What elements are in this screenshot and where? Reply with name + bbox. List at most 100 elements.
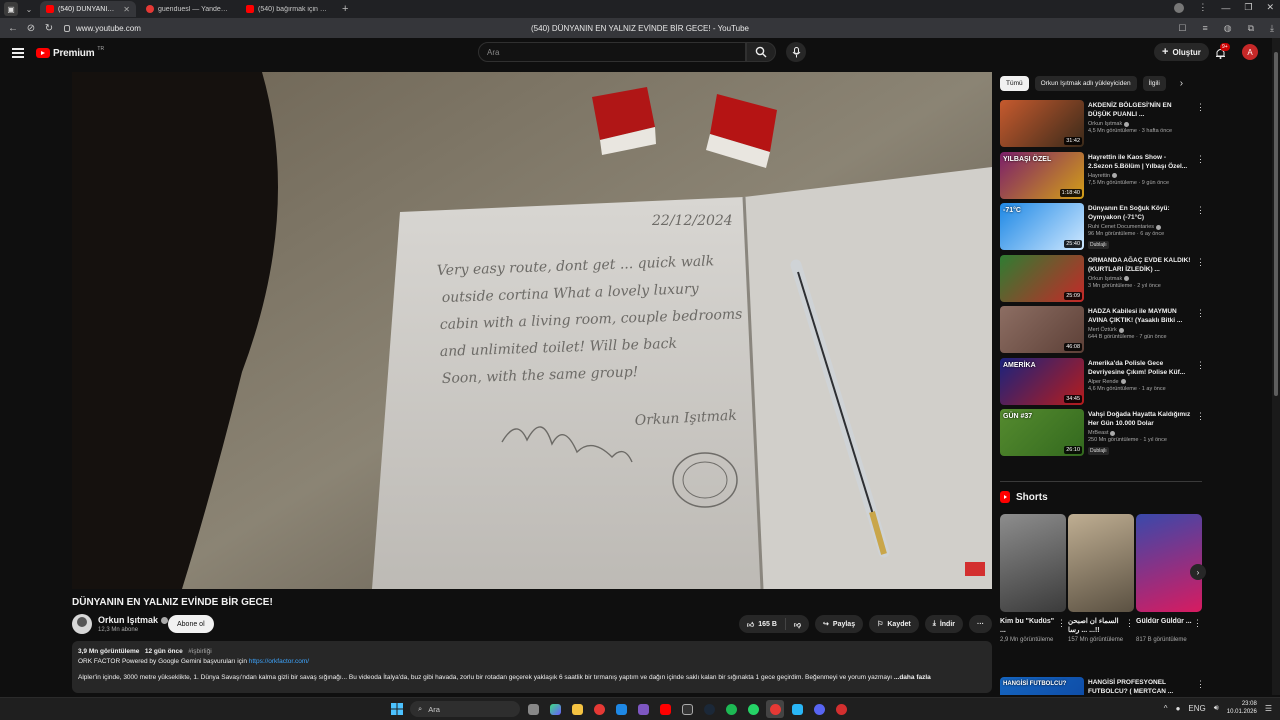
chrome-icon[interactable] <box>590 700 608 718</box>
save-button[interactable]: ⚐ Kaydet <box>869 615 919 633</box>
channel-name[interactable]: Ruhi Cenet Documentaries <box>1088 224 1154 230</box>
hashtag[interactable]: #işbirliği <box>188 648 211 655</box>
close-tab-icon[interactable]: ✕ <box>123 5 130 14</box>
video-title[interactable]: HADZA Kabilesi ile MAYMUN AVINA ÇIKTIK! … <box>1088 307 1192 325</box>
maximize-button[interactable]: ❐ <box>1244 2 1252 13</box>
search-button[interactable] <box>746 42 776 62</box>
reload-button[interactable]: ↻ <box>40 23 58 34</box>
new-tab-button[interactable]: + <box>342 3 348 15</box>
notifications-button[interactable]: 9+ <box>1212 43 1230 61</box>
more-options-icon[interactable]: ⋮ <box>1196 308 1205 319</box>
video-thumbnail[interactable]: 25:09 <box>1000 254 1084 302</box>
more-options-icon[interactable]: ⋮ <box>1193 618 1202 629</box>
like-button[interactable]: 👍︎ 165 B <box>739 618 786 630</box>
video-thumbnail[interactable]: 31:42 <box>1000 100 1084 147</box>
show-more-link[interactable]: ...daha fazla <box>894 674 931 681</box>
browser-profile-icon[interactable] <box>1174 2 1185 13</box>
description-box[interactable]: 3,9 Mn görüntüleme 12 gün önce #işbirliğ… <box>72 641 992 693</box>
recommendation-item[interactable]: YILBAŞI ÖZEL 1:18:40 Hayrettin ile Kaos Sh… <box>1000 151 1205 204</box>
short-item[interactable]: Kim bu "Kudüs" ... 2,9 Mn görüntüleme ⋮ <box>1000 514 1066 645</box>
spotify-icon[interactable] <box>722 700 740 718</box>
yandex-browser-icon[interactable] <box>766 700 784 718</box>
recommendation-item[interactable]: 31:42 AKDENİZ BÖLGESİ'NİN EN DÜŞÜK PUANLI… <box>1000 100 1205 152</box>
video-title[interactable]: AKDENİZ BÖLGESİ'NİN EN DÜŞÜK PUANLI ... <box>1088 101 1192 119</box>
more-options-icon[interactable]: ⋮ <box>1196 411 1205 422</box>
video-thumbnail[interactable]: GÜN #37 26:10 <box>1000 409 1084 456</box>
video-thumbnail[interactable]: HANGİSİ FUTBOLCU? <box>1000 677 1084 695</box>
short-thumbnail[interactable] <box>1000 514 1066 612</box>
youtube-app-icon[interactable] <box>656 700 674 718</box>
tab-list-button[interactable]: ⌄ <box>22 2 36 16</box>
description-link[interactable]: https://orkfactor.com/ <box>249 658 309 665</box>
copilot-icon[interactable] <box>546 700 564 718</box>
file-explorer-icon[interactable] <box>568 700 586 718</box>
recommendation-item[interactable]: -71°C 25:40 Dünyanın En Soğuk Köyü: Oymyak… <box>1000 203 1205 255</box>
epic-games-icon[interactable] <box>678 700 696 718</box>
close-window-button[interactable]: ✕ <box>1266 2 1274 13</box>
recommendation-item[interactable]: 25:09 ORMANDA AĞAÇ EVDE KALDIK! (KURTLARI… <box>1000 254 1205 307</box>
shield-icon[interactable]: ⊘ <box>22 23 40 34</box>
search-input[interactable]: Ara <box>478 42 746 62</box>
recommendation-item[interactable]: GÜN #37 26:10 Vahşi Doğada Hayatta Kaldığı… <box>1000 409 1205 461</box>
chip-related[interactable]: İlgili <box>1142 76 1166 91</box>
whatsapp-icon[interactable] <box>744 700 762 718</box>
chip-all[interactable]: Tümü <box>1000 76 1029 91</box>
video-thumbnail[interactable]: AMERİKA 34:45 <box>1000 357 1084 405</box>
video-thumbnail[interactable]: YILBAŞI ÖZEL 1:18:40 <box>1000 151 1084 199</box>
network-app-icon[interactable] <box>788 700 806 718</box>
recommendation-item[interactable]: AMERİKA 34:45 Amerika'da Polisle Gece Devr… <box>1000 357 1205 410</box>
taskbar-clock[interactable]: 23:08 10.01.2026 <box>1227 700 1257 716</box>
create-button[interactable]: + Oluştur <box>1154 43 1209 61</box>
short-thumbnail[interactable] <box>1068 514 1134 612</box>
back-button[interactable]: ← <box>4 23 22 34</box>
short-item[interactable]: Güldür Güldür ... 817 B görüntüleme ⋮ <box>1136 514 1202 645</box>
steam-icon[interactable] <box>700 700 718 718</box>
volume-icon[interactable]: 🔊︎ <box>1214 703 1219 713</box>
chip-from-uploader[interactable]: Orkun Işıtmak adlı yükleyiciden <box>1034 76 1137 91</box>
chevron-right-icon[interactable]: › <box>1180 78 1183 89</box>
visual-studio-icon[interactable] <box>634 700 652 718</box>
extensions-puzzle-icon[interactable]: ◍ <box>1224 23 1232 34</box>
more-options-icon[interactable]: ⋮ <box>1196 360 1205 371</box>
channel-name[interactable]: Orkun Işıtmak <box>1088 276 1122 282</box>
download-button[interactable]: ⤓ İndir <box>924 615 963 633</box>
more-actions-button[interactable]: ··· <box>969 615 992 633</box>
video-title[interactable]: Dünyanın En Soğuk Köyü: Oymyakon (-71°C) <box>1088 204 1192 222</box>
bookmark-icon[interactable]: ☐ <box>1178 23 1186 34</box>
language-icon[interactable]: ENG <box>1188 704 1205 713</box>
share-button[interactable]: ↪ Paylaş <box>815 615 864 633</box>
more-options-icon[interactable]: ⋮ <box>1196 102 1205 113</box>
extensions-icon[interactable]: ⋮ <box>1198 2 1207 13</box>
channel-name[interactable]: Hayrettin <box>1088 173 1110 179</box>
channel-name[interactable]: MrBeast <box>1088 430 1108 436</box>
video-thumbnail[interactable]: 46:08 <box>1000 306 1084 353</box>
notification-center-icon[interactable]: ☰ <box>1265 704 1272 713</box>
video-player[interactable]: 22/12/2024 Very easy route, dont get ...… <box>72 72 992 589</box>
subscribe-button[interactable]: Abone ol <box>168 615 214 633</box>
opera-icon[interactable] <box>832 700 850 718</box>
guide-menu-icon[interactable] <box>12 48 24 58</box>
url-field[interactable]: www.youtube.com <box>64 24 141 33</box>
video-thumbnail[interactable]: -71°C 25:40 <box>1000 203 1084 250</box>
more-options-icon[interactable]: ⋮ <box>1196 205 1205 216</box>
download-icon[interactable]: ⤓ <box>1270 23 1274 34</box>
task-view-icon[interactable] <box>524 700 542 718</box>
dislike-button[interactable]: 👎︎ <box>786 620 809 629</box>
discord-icon[interactable] <box>810 700 828 718</box>
video-title[interactable]: Vahşi Doğada Hayatta Kaldığımız Her Gün … <box>1088 410 1192 428</box>
partial-recommendation[interactable]: HANGİSİ FUTBOLCU? HANGİSİ PROFESYONEL FU… <box>1000 677 1202 695</box>
channel-avatar[interactable] <box>72 614 92 634</box>
recommendation-item[interactable]: 46:08 HADZA Kabilesi ile MAYMUN AVINA ÇIK… <box>1000 306 1205 358</box>
channel-name[interactable]: Mert Öztürk <box>1088 327 1117 333</box>
scrollbar-thumb[interactable] <box>1274 52 1278 396</box>
location-icon[interactable]: ● <box>1176 704 1181 713</box>
menu-icon[interactable]: ≡ <box>1202 23 1207 34</box>
video-title[interactable]: ORMANDA AĞAÇ EVDE KALDIK! (KURTLARI İZLE… <box>1088 256 1192 274</box>
more-options-icon[interactable]: ⋮ <box>1057 618 1066 629</box>
voice-search-button[interactable] <box>786 42 806 62</box>
store-icon[interactable] <box>612 700 630 718</box>
page-scrollbar[interactable] <box>1272 38 1280 695</box>
browser-menu-button[interactable]: ▣ <box>4 2 18 16</box>
more-options-icon[interactable]: ⋮ <box>1196 679 1202 690</box>
short-item[interactable]: السماء ان اصبحن ... رسا ...!! 157 Mn görü… <box>1068 514 1134 645</box>
